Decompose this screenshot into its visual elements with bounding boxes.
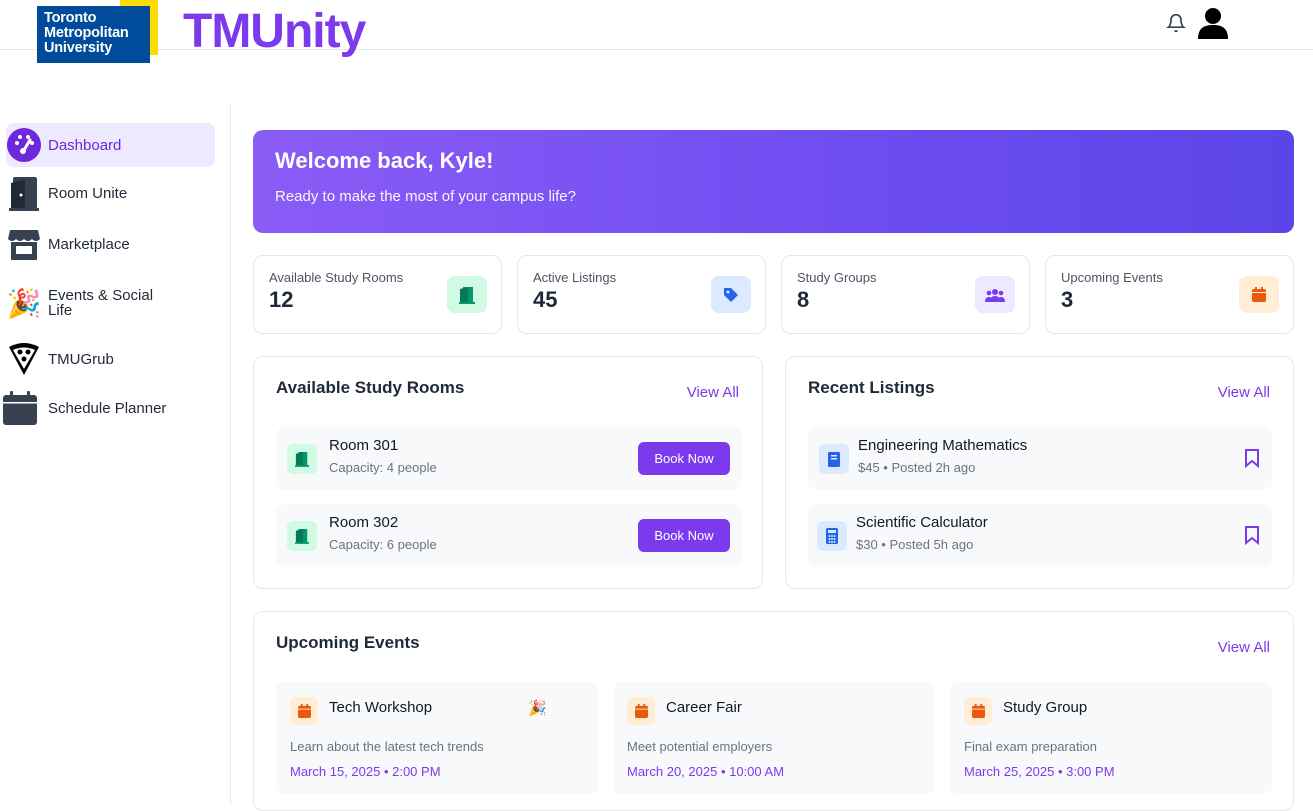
sidebar-item-label: Events & Social Life <box>48 287 154 319</box>
room-capacity: Capacity: 4 people <box>329 460 437 475</box>
room-name: Room 302 <box>329 514 399 531</box>
room-name: Room 301 <box>329 437 399 454</box>
calculator-icon <box>817 521 847 551</box>
room-capacity: Capacity: 6 people <box>329 537 437 552</box>
stat-card-upcoming-events[interactable]: Upcoming Events 3 <box>1045 255 1294 334</box>
sidebar-item-schedule-planner[interactable]: Schedule Planner <box>3 386 215 430</box>
event-description: Meet potential employers <box>627 739 773 754</box>
logo-line-3: University <box>44 40 113 56</box>
university-logo[interactable]: Toronto Metropolitan University <box>37 0 158 63</box>
calendar-icon <box>1239 276 1279 313</box>
door-icon <box>6 175 42 211</box>
listing-row[interactable]: Engineering Mathematics $45 • Posted 2h … <box>808 427 1272 490</box>
panel-title: Available Study Rooms <box>276 378 465 397</box>
users-icon <box>975 276 1015 313</box>
calendar-icon <box>964 697 992 725</box>
room-row[interactable]: Room 301 Capacity: 4 people Book Now <box>276 427 741 490</box>
stat-card-active-listings[interactable]: Active Listings 45 <box>517 255 766 334</box>
study-rooms-panel: Available Study Rooms View All Room 301 … <box>253 356 763 589</box>
event-card[interactable]: Study Group Final exam preparation March… <box>950 682 1272 794</box>
door-icon <box>287 521 317 551</box>
event-title: Study Group <box>1003 699 1088 716</box>
pizza-icon <box>6 341 42 377</box>
calendar-icon <box>2 390 38 426</box>
bookmark-icon[interactable] <box>1244 448 1260 468</box>
stat-card-study-groups[interactable]: Study Groups 8 <box>781 255 1030 334</box>
stat-card-study-rooms[interactable]: Available Study Rooms 12 <box>253 255 502 334</box>
welcome-subtitle: Ready to make the most of your campus li… <box>275 188 576 205</box>
event-description: Learn about the latest tech trends <box>290 739 484 754</box>
logo-line-2: Metropolitan <box>44 25 129 41</box>
welcome-title: Welcome back, Kyle! <box>275 148 494 173</box>
door-icon <box>287 444 317 474</box>
book-now-button[interactable]: Book Now <box>638 442 730 475</box>
logo-blue-block: Toronto Metropolitan University <box>37 6 150 63</box>
sidebar-item-label: Dashboard <box>48 136 122 154</box>
event-card[interactable]: Career Fair Meet potential employers Mar… <box>613 682 935 794</box>
view-all-link[interactable]: View All <box>1218 384 1270 401</box>
sidebar-item-label: TMUGrub <box>48 350 114 368</box>
sidebar-item-room-unite[interactable]: Room Unite <box>6 171 215 215</box>
logo-line-1: Toronto <box>44 10 97 26</box>
event-date: March 15, 2025 • 2:00 PM <box>290 764 441 779</box>
view-all-link[interactable]: View All <box>687 384 739 401</box>
listing-name: Engineering Mathematics <box>858 437 1028 454</box>
calendar-icon <box>627 697 655 725</box>
view-all-link[interactable]: View All <box>1218 639 1270 656</box>
recent-listings-panel: Recent Listings View All Engineering Mat… <box>785 356 1294 589</box>
book-now-button[interactable]: Book Now <box>638 519 730 552</box>
bell-icon[interactable] <box>1166 12 1186 34</box>
sidebar-item-tmugrub[interactable]: TMUGrub <box>6 337 215 381</box>
sidebar-item-dashboard[interactable]: Dashboard <box>6 123 215 167</box>
sidebar-item-label: Schedule Planner <box>48 399 167 417</box>
bookmark-icon[interactable] <box>1244 525 1260 545</box>
listing-name: Scientific Calculator <box>856 514 988 531</box>
room-row[interactable]: Room 302 Capacity: 6 people Book Now <box>276 504 741 567</box>
store-icon <box>6 226 42 262</box>
top-header: Toronto Metropolitan University TMUnity <box>0 0 1313 63</box>
sidebar-item-label: Room Unite <box>48 184 128 202</box>
event-card[interactable]: Tech Workshop 🎉 Learn about the latest t… <box>276 682 598 794</box>
panel-title: Recent Listings <box>808 378 935 397</box>
event-date: March 20, 2025 • 10:00 AM <box>627 764 785 779</box>
party-popper-icon: 🎉 <box>6 287 42 319</box>
listing-meta: $30 • Posted 5h ago <box>856 537 974 552</box>
listing-row[interactable]: Scientific Calculator $30 • Posted 5h ag… <box>808 504 1272 567</box>
sidebar-item-events[interactable]: 🎉 Events & Social Life <box>6 281 215 325</box>
tag-icon <box>711 276 751 313</box>
app-title[interactable]: TMUnity <box>183 4 366 59</box>
event-title: Career Fair <box>666 699 742 716</box>
event-title: Tech Workshop <box>329 699 433 716</box>
event-description: Final exam preparation <box>964 739 1097 754</box>
panel-title: Upcoming Events <box>276 633 420 652</box>
event-date: March 25, 2025 • 3:00 PM <box>964 764 1115 779</box>
sidebar-item-marketplace[interactable]: Marketplace <box>6 222 215 266</box>
welcome-banner: Welcome back, Kyle! Ready to make the mo… <box>253 130 1294 233</box>
party-popper-icon: 🎉 <box>528 700 547 717</box>
door-icon <box>447 276 487 313</box>
user-icon[interactable] <box>1196 6 1230 40</box>
listing-meta: $45 • Posted 2h ago <box>858 460 976 475</box>
book-icon <box>819 444 849 474</box>
calendar-icon <box>290 697 318 725</box>
speedometer-icon <box>6 127 42 163</box>
sidebar-item-label: Marketplace <box>48 235 130 253</box>
